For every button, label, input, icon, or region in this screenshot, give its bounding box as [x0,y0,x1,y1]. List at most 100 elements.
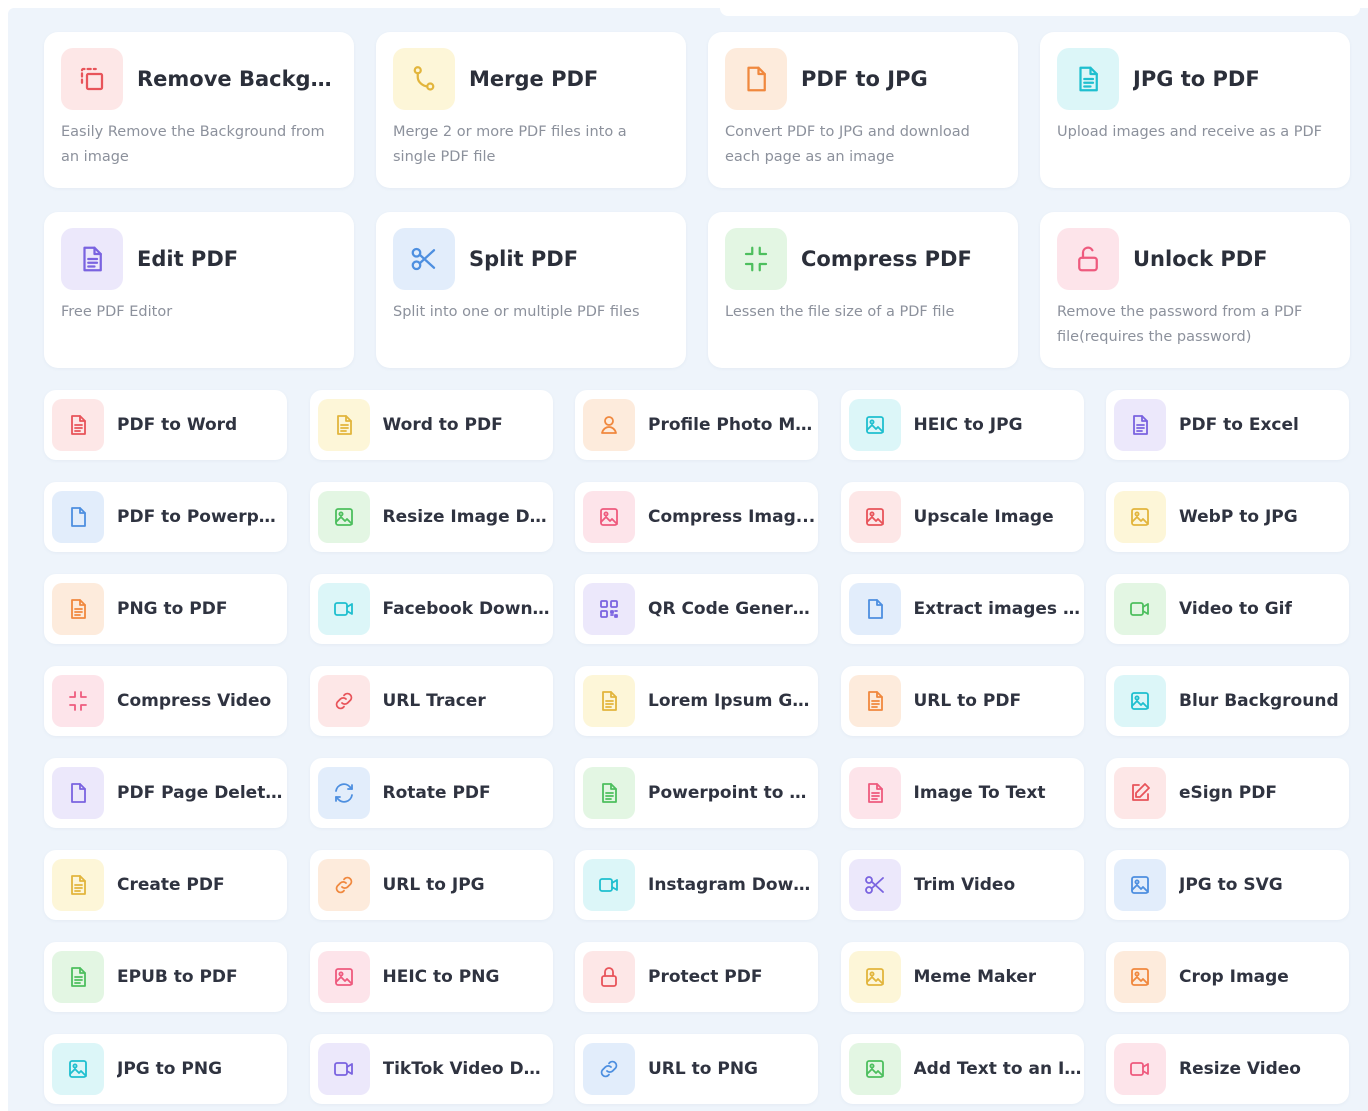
featured-card-edit-pdf[interactable]: Edit PDF Free PDF Editor [44,212,354,368]
tool-card-url-to-jpg[interactable]: URL to JPG [309,850,553,920]
featured-card-split-pdf[interactable]: Split PDF Split into one or multiple PDF … [376,212,686,368]
merge-icon [393,48,455,110]
featured-card-description: Free PDF Editor [61,304,173,320]
tool-card-label: eSign PDF [1179,783,1277,803]
tool-card-powerpoint-to-pdf[interactable]: Powerpoint to PDF [575,758,818,828]
tool-card-upscale-image[interactable]: Upscale Image [840,482,1084,552]
tool-card-label: Profile Photo Ma... [648,415,816,435]
tool-card-jpg-to-svg[interactable]: JPG to SVG [1106,850,1349,920]
rotate-icon [317,767,370,819]
tool-card-label: Trim Video [913,875,1016,895]
tool-card-jpg-to-png[interactable]: JPG to PNG [44,1034,287,1104]
tool-card-pdf-to-powerpoint[interactable]: PDF to Powerpoint [44,482,287,552]
image-icon [317,491,370,543]
tool-card-resize-video[interactable]: Resize Video [1106,1034,1349,1104]
tool-card-create-pdf[interactable]: Create PDF [44,850,287,920]
edit-icon [1114,767,1166,819]
tool-card-label: Powerpoint to PDF [648,783,816,803]
featured-card-pdf-to-jpg[interactable]: PDF to JPG Convert PDF to JPG and downloa… [708,32,1018,188]
tool-card-video-to-gif[interactable]: Video to Gif [1106,574,1349,644]
featured-card-title: Remove Backgr... [137,67,338,91]
featured-card-compress-pdf[interactable]: Compress PDF Lessen the file size of a PD… [708,212,1018,368]
doc-icon [61,228,123,290]
tool-card-label: Add Text to an I... [913,1059,1082,1079]
image-icon [317,951,370,1003]
tool-card-epub-to-pdf[interactable]: EPUB to PDF [44,942,287,1012]
qr-icon [583,583,635,635]
link-icon [317,859,370,911]
video-icon [583,859,635,911]
featured-card-jpg-to-pdf[interactable]: JPG to PDF Upload images and receive as a… [1040,32,1350,188]
featured-card-description: Split into one or multiple PDF files [393,304,640,320]
featured-card-title: PDF to JPG [801,67,928,91]
tool-card-profile-photo-ma[interactable]: Profile Photo Ma... [575,390,818,460]
tool-card-url-to-png[interactable]: URL to PNG [575,1034,818,1104]
tool-card-label: Video to Gif [1179,599,1292,619]
tool-card-meme-maker[interactable]: Meme Maker [840,942,1084,1012]
tool-card-pdf-to-word[interactable]: PDF to Word [44,390,287,460]
tool-card-label: URL Tracer [382,691,486,711]
tool-card-label: Resize Video [1179,1059,1301,1079]
featured-card-title: Unlock PDF [1133,247,1268,271]
tool-card-label: Lorem Ipsum Ge... [648,691,816,711]
tool-card-blur-background[interactable]: Blur Background [1106,666,1349,736]
tool-card-url-tracer[interactable]: URL Tracer [309,666,553,736]
tool-card-webp-to-jpg[interactable]: WebP to JPG [1106,482,1349,552]
user-icon [583,399,635,451]
doc-icon [1057,48,1119,110]
tool-card-add-text-to-an-i[interactable]: Add Text to an I... [840,1034,1084,1104]
tool-card-rotate-pdf[interactable]: Rotate PDF [309,758,553,828]
tool-card-heic-to-png[interactable]: HEIC to PNG [309,942,553,1012]
tool-card-image-to-text[interactable]: Image To Text [840,758,1084,828]
tool-card-label: PDF Page Deleter [117,783,285,803]
image-icon [848,491,901,543]
featured-card-description: Convert PDF to JPG and download each pag… [725,124,970,165]
tool-card-label: Compress Video [117,691,272,711]
doc-icon [52,951,104,1003]
tool-card-tiktok-video-do[interactable]: TikTok Video Do... [309,1034,553,1104]
file-icon [725,48,787,110]
tool-card-label: HEIC to PNG [382,967,500,987]
tool-card-label: PDF to Word [117,415,238,435]
video-icon [317,583,370,635]
featured-tools-grid: Remove Backgr... Easily Remove the Backgr… [44,32,1354,368]
featured-card-unlock-pdf[interactable]: Unlock PDF Remove the password from a PDF… [1040,212,1350,368]
tool-card-extract-images-p[interactable]: Extract images P... [840,574,1084,644]
tool-card-label: PNG to PDF [117,599,228,619]
tool-card-word-to-pdf[interactable]: Word to PDF [309,390,553,460]
tool-card-heic-to-jpg[interactable]: HEIC to JPG [840,390,1084,460]
tool-card-esign-pdf[interactable]: eSign PDF [1106,758,1349,828]
featured-card-description: Upload images and receive as a PDF [1057,124,1323,140]
doc-icon [317,399,370,451]
featured-card-description: Easily Remove the Background from an ima… [61,124,325,165]
tool-card-protect-pdf[interactable]: Protect PDF [575,942,818,1012]
tool-card-pdf-page-deleter[interactable]: PDF Page Deleter [44,758,287,828]
top-decoration [720,8,1360,16]
featured-card-remove-backgr[interactable]: Remove Backgr... Easily Remove the Backgr… [44,32,354,188]
image-icon [1114,951,1166,1003]
tool-card-trim-video[interactable]: Trim Video [840,850,1084,920]
featured-card-title: Compress PDF [801,247,972,271]
tool-card-compress-imag[interactable]: Compress Imag... [575,482,818,552]
tool-card-lorem-ipsum-ge[interactable]: Lorem Ipsum Ge... [575,666,818,736]
featured-card-title: Split PDF [469,247,579,271]
scissors-icon [393,228,455,290]
tool-card-compress-video[interactable]: Compress Video [44,666,287,736]
image-icon [583,491,635,543]
tool-card-png-to-pdf[interactable]: PNG to PDF [44,574,287,644]
tool-card-label: URL to PDF [913,691,1022,711]
tool-card-resize-image-di[interactable]: Resize Image Di... [309,482,553,552]
tool-card-label: Create PDF [117,875,225,895]
compress-icon [725,228,787,290]
featured-card-merge-pdf[interactable]: Merge PDF Merge 2 or more PDF files into … [376,32,686,188]
tool-card-instagram-down[interactable]: Instagram Down... [575,850,818,920]
tool-card-label: URL to PNG [648,1059,759,1079]
tool-card-pdf-to-excel[interactable]: PDF to Excel [1106,390,1349,460]
tool-card-qr-code-genera[interactable]: QR Code Genera... [575,574,818,644]
lock-icon [583,951,635,1003]
tool-card-url-to-pdf[interactable]: URL to PDF [840,666,1084,736]
tool-card-facebook-downl[interactable]: Facebook Downl... [309,574,553,644]
tool-card-label: PDF to Excel [1179,415,1299,435]
tool-card-crop-image[interactable]: Crop Image [1106,942,1349,1012]
doc-icon [848,767,901,819]
